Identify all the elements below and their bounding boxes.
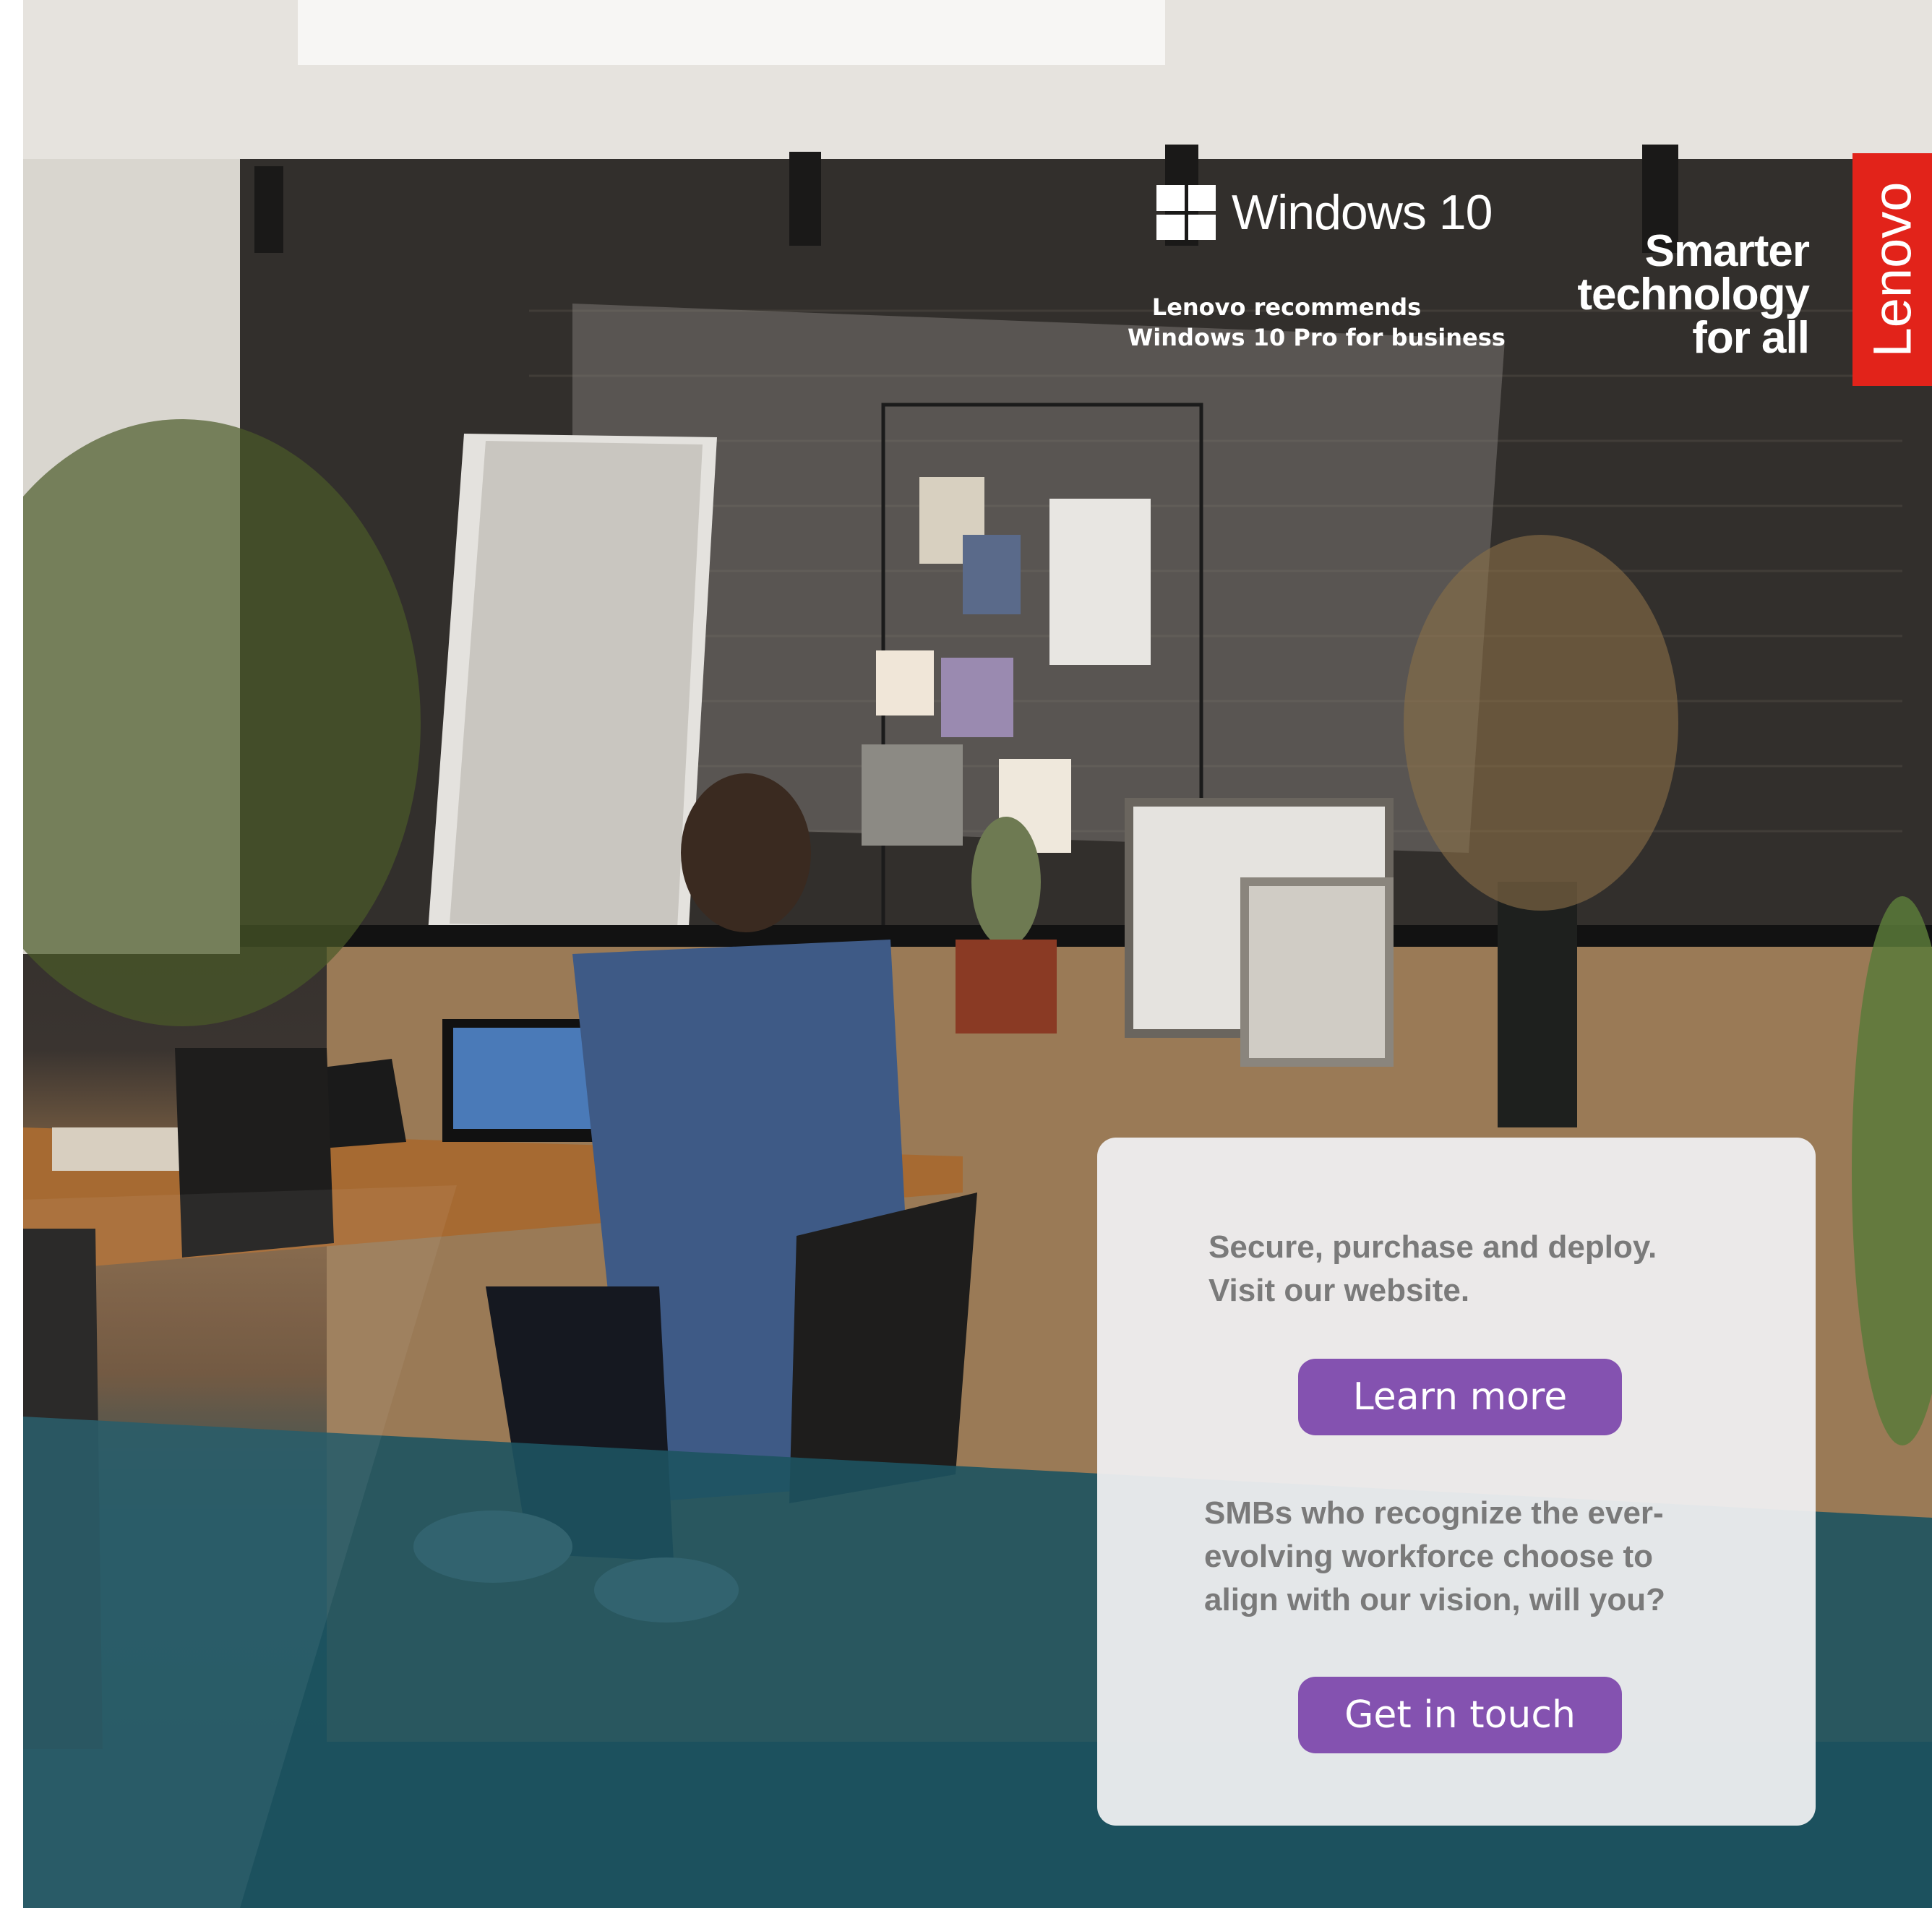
get-in-touch-button[interactable]: Get in touch (1298, 1677, 1622, 1753)
lenovo-logo-badge: Lenovo (1852, 153, 1932, 386)
recommend-line-1: Lenovo recommends (1151, 293, 1422, 321)
tagline-line-2: technology (1577, 270, 1810, 319)
cta-pitch-line-1: SMBs who recognize the ever- (1204, 1495, 1664, 1531)
windows-10-logo: Windows 10 (1156, 184, 1493, 241)
cta-panel: Secure, purchase and deploy. Visit our w… (1097, 1138, 1816, 1826)
cta-intro-line-1: Secure, purchase and deploy. (1208, 1229, 1657, 1265)
windows-logo-text: Windows 10 (1232, 185, 1493, 240)
tagline-line-1: Smarter (1644, 226, 1810, 276)
recommend-line-2: Windows 10 Pro for business (1128, 324, 1506, 351)
lenovo-logo-text: Lenovo (1862, 181, 1923, 358)
tagline-line-3: for all (1692, 313, 1810, 363)
cta-pitch-line-2: evolving workforce choose to (1204, 1539, 1654, 1574)
brand-tagline: Smarter technology for all (1506, 226, 1810, 363)
windows-flag-icon (1156, 185, 1216, 240)
windows-recommendation-text: Lenovo recommends Windows 10 Pro for bus… (1128, 292, 1506, 353)
cta-intro-line-2: Visit our website. (1208, 1273, 1470, 1308)
learn-more-button[interactable]: Learn more (1298, 1359, 1622, 1435)
cta-pitch-line-3: align with our vision, will you? (1204, 1582, 1666, 1617)
cta-pitch-text: SMBs who recognize the ever- evolving wo… (1204, 1492, 1665, 1622)
cta-intro-text: Secure, purchase and deploy. Visit our w… (1208, 1226, 1657, 1312)
